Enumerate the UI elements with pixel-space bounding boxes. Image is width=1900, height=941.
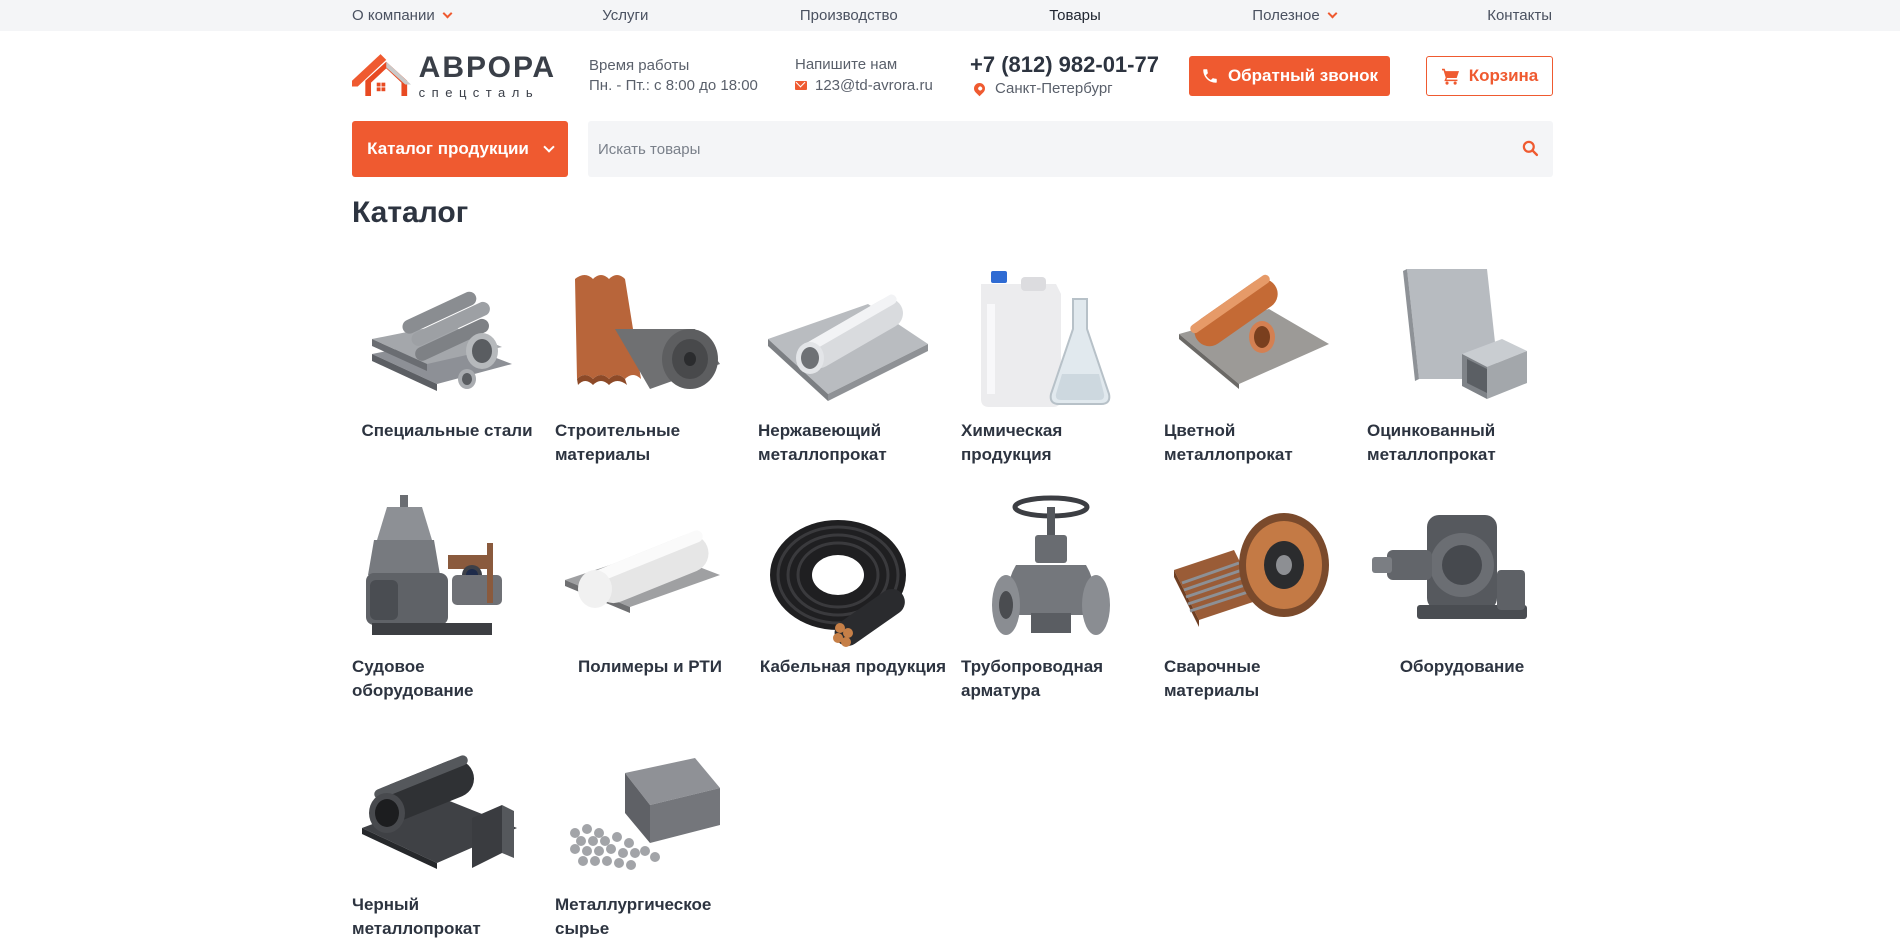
phone-icon [1201,67,1219,85]
catalog-menu-button[interactable]: Каталог продукции [352,121,568,177]
chevron-down-icon [543,140,555,153]
topnav-contacts-label: Контакты [1487,7,1552,24]
chevron-down-icon [442,8,453,19]
category-card-special-steel[interactable]: Специальные стали [352,259,542,443]
metallurgical-raw-icon [570,758,720,870]
category-label: Металлургическое сырье [555,895,712,938]
page-title: Каталог [352,196,469,229]
category-label: Кабельная продукция [759,657,947,676]
category-label: Трубопроводная арматура [961,657,1104,700]
city-label: Санкт-Петербург [995,80,1113,97]
category-card-marine-equipment[interactable]: Судовое оборудование [352,495,542,703]
working-hours: Время работы Пн. - Пт.: с 8:00 до 18:00 [589,56,758,96]
galvanized-metal-icon [1403,269,1527,399]
category-card-welding-materials[interactable]: Сварочные материалы [1164,495,1354,703]
phone-contact: +7 (812) 982-01-77 Санкт-Петербург [970,52,1159,97]
mail-icon [795,81,807,90]
chemical-products-icon [981,271,1111,407]
logo-subtitle: спецсталь [418,85,540,100]
category-label: Черный металлопрокат [352,895,481,938]
construction-materials-icon [575,275,720,389]
search-bar [588,121,1553,177]
chevron-down-icon [1327,8,1338,19]
category-label: Судовое оборудование [352,657,474,700]
category-card-pipeline-valves[interactable]: Трубопроводная арматура [961,495,1151,703]
top-navigation-bar: О компании Услуги Производство Товары По… [0,0,1900,31]
working-hours-value: Пн. - Пт.: с 8:00 до 18:00 [589,77,758,94]
category-label: Специальные стали [361,421,533,440]
marine-equipment-icon [366,495,502,635]
catalog-menu-label: Каталог продукции [367,139,529,158]
ferrous-metal-icon [362,755,517,869]
topnav-services-label: Услуги [602,7,649,24]
polymers-icon [565,530,720,613]
welding-materials-icon [1174,513,1329,627]
callback-button[interactable]: Обратный звонок [1189,56,1390,96]
email-contact: Напишите нам 123@td-avrora.ru [795,54,933,96]
category-label: Химическая продукция [961,421,1063,464]
category-label: Полимеры и РТИ [578,657,722,676]
topnav-about[interactable]: О компании [352,7,453,24]
topnav-services[interactable]: Услуги [602,7,648,24]
category-card-equipment[interactable]: Оборудование [1367,495,1557,679]
stainless-steel-icon [768,294,928,401]
cart-icon [1441,68,1460,85]
email-link[interactable]: 123@td-avrora.ru [815,75,933,96]
category-card-construction-materials[interactable]: Строительные материалы [555,259,745,467]
category-card-polymers[interactable]: Полимеры и РТИ [555,495,745,679]
callback-button-label: Обратный звонок [1227,66,1379,85]
category-card-cable-products[interactable]: Кабельная продукция [758,495,948,679]
topnav-contacts[interactable]: Контакты [1487,7,1552,24]
non-ferrous-metal-icon [1179,274,1329,389]
topnav-useful-label: Полезное [1252,7,1320,24]
cable-products-icon [770,520,906,647]
location-pin-icon [971,80,988,97]
category-card-ferrous-metal[interactable]: Черный металлопрокат [352,733,542,941]
search-icon[interactable] [1522,140,1539,162]
cart-button[interactable]: Корзина [1426,56,1553,96]
category-card-metallurgical-raw[interactable]: Металлургическое сырье [555,733,745,941]
topnav-useful[interactable]: Полезное [1252,7,1338,24]
logo-name: АВРОРА [418,51,556,84]
category-card-chemical-products[interactable]: Химическая продукция [961,259,1151,467]
topnav-production[interactable]: Производство [800,7,898,24]
category-label: Строительные материалы [555,421,681,464]
category-label: Сварочные материалы [1164,657,1261,700]
equipment-icon [1372,515,1527,619]
category-label: Цветной металлопрокат [1164,421,1293,464]
email-title: Напишите нам [795,56,898,73]
site-logo[interactable]: АВРОРА спецсталь [352,51,556,101]
category-card-non-ferrous-metal[interactable]: Цветной металлопрокат [1164,259,1354,467]
topnav-products-label: Товары [1049,7,1101,24]
topnav-about-label: О компании [352,7,435,24]
logo-house-icon [352,54,411,96]
cart-button-label: Корзина [1468,66,1539,85]
category-label: Оборудование [1399,657,1525,676]
category-label: Оцинкованный металлопрокат [1367,421,1496,464]
category-card-stainless-steel[interactable]: Нержавеющий металлопрокат [758,259,948,467]
category-card-galvanized-metal[interactable]: Оцинкованный металлопрокат [1367,259,1557,467]
special-steel-icon [372,291,512,391]
category-label: Нержавеющий металлопрокат [758,421,887,464]
topnav-products[interactable]: Товары [1049,7,1101,24]
top-navigation: О компании Услуги Производство Товары По… [352,0,1552,31]
topnav-production-label: Производство [799,7,898,24]
working-hours-title: Время работы [589,57,690,74]
pipeline-valves-icon [992,495,1110,635]
search-input[interactable] [588,121,1488,177]
phone-number[interactable]: +7 (812) 982-01-77 [970,52,1159,78]
